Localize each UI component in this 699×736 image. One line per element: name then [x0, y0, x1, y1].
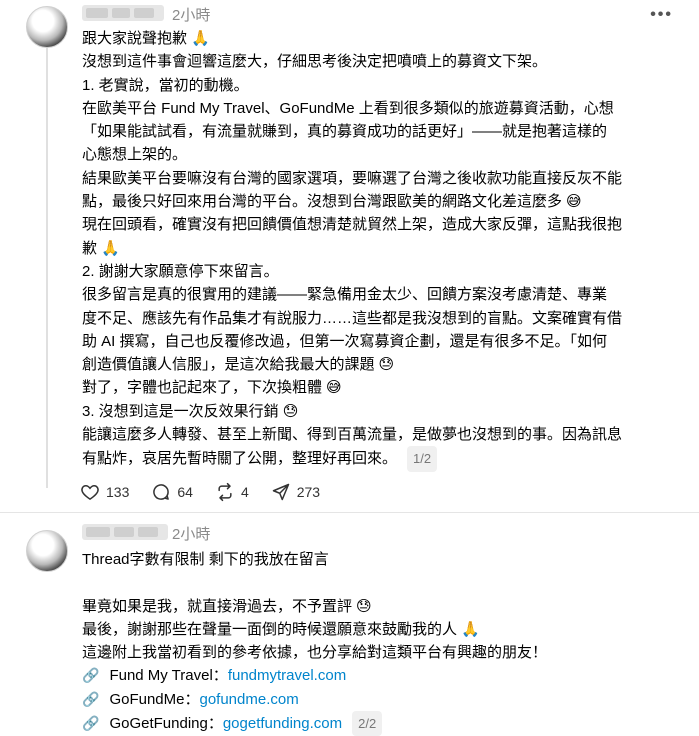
pray-emoji-icon: 🙏 — [461, 620, 480, 638]
post-line: 「如果能試試看，有流量就賺到，真的募資成功的話更好」——就是抱著這樣的 — [82, 123, 608, 141]
post-line: 結果歐美平台要嘛沒有台灣的國家選項，要嘛選了台灣之後收款功能直接反灰不能 — [82, 169, 623, 187]
post-line: 歉 — [82, 239, 98, 257]
pray-emoji-icon: 🙏 — [191, 30, 210, 47]
link-icon: 🔗 — [82, 690, 100, 707]
post-line: 畢竟如果是我，就直接滑過去，不予置評 — [82, 597, 353, 615]
comment-button[interactable]: 64 — [151, 482, 193, 502]
avatar[interactable] — [26, 6, 68, 48]
post-line: 這邊附上我當初看到的參考依據，也分享給對這類平台有興趣的朋友！ — [82, 644, 548, 662]
post-line: 很多留言是真的很實用的建議——緊急備用金太少、回饋方案沒考慮清楚、專業 — [82, 286, 608, 304]
redaction-block — [114, 527, 134, 537]
post-body: Thread字數有限制 剩下的我放在留言 畢竟如果是我，就直接滑過去，不予置評 😓… — [82, 548, 547, 736]
repost-icon — [218, 482, 232, 502]
more-horizontal-icon[interactable]: ••• — [650, 6, 673, 24]
post-line: 度不足、應該先有作品集才有說服力……這些都是我沒想到的盲點。文案確實有借 — [82, 309, 623, 327]
share-icon — [272, 483, 289, 501]
avatar[interactable] — [26, 530, 68, 572]
post-line: 對了，字體也記起來了，下次換粗體 — [82, 379, 323, 397]
post-line: 能讓這麼多人轉發、甚至上新聞、得到百萬流量，是做夢也沒想到的事。因為訊息 — [82, 426, 623, 444]
post-timestamp: 2小時 — [172, 7, 211, 24]
pray-emoji-icon: 🙏 — [101, 239, 120, 257]
link-url[interactable]: gofundme.com — [199, 688, 298, 711]
link-label: Fund My Travel： — [109, 667, 228, 685]
post-line: 最後，謝謝那些在聲量一面倒的時候還願意來鼓勵我的人 — [82, 620, 458, 638]
like-button[interactable]: 133 — [80, 482, 129, 502]
post-line: 點，最後只好回來用台灣的平台。沒想到台灣跟歐美的網路文化差這麼多 — [82, 193, 563, 211]
comment-icon — [153, 484, 170, 500]
thread-connector-line — [46, 48, 48, 488]
redaction-block — [138, 527, 158, 537]
share-count: 273 — [296, 484, 321, 500]
redaction-block — [134, 8, 154, 18]
post-line: 3. 沒想到這是一次反效果行銷 — [82, 402, 279, 420]
post-line: 1. 老實說，當初的動機。 — [82, 76, 249, 94]
repost-button[interactable]: 4 — [215, 482, 249, 502]
redaction-block — [86, 527, 110, 537]
post-line: 創造價值讓人信服」，是這次給我最大的課題 — [82, 356, 375, 374]
comment-count: 64 — [177, 484, 193, 500]
downcast-sweat-emoji-icon: 😓 — [282, 402, 299, 420]
like-count: 133 — [106, 484, 130, 500]
post-line: 在歐美平台 Fund My Travel、GoFundMe 上看到很多類似的旅遊… — [82, 99, 614, 117]
sweat-smile-emoji-icon: 😅 — [326, 379, 342, 397]
post-line: 跟大家說聲抱歉 — [82, 30, 188, 47]
username-redacted[interactable] — [82, 5, 164, 21]
post-line: 心態想上架的。 — [82, 146, 188, 164]
post-line: 2. 謝謝大家願意停下來留言。 — [82, 262, 279, 280]
link-item: 🔗 Fund My Travel： fundmytravel.com — [82, 664, 547, 687]
link-icon: 🔗 — [82, 667, 100, 684]
downcast-sweat-emoji-icon: 😓 — [378, 356, 395, 374]
thread-post-1: 2小時 ••• 跟大家說聲抱歉 🙏 沒想到這件事會迴響這麼大，仔細思考後決定把噴噴… — [0, 0, 699, 513]
sweat-smile-emoji-icon: 😅 — [566, 193, 582, 211]
redaction-block — [86, 8, 108, 18]
thread-post-2: 2小時 Thread字數有限制 剩下的我放在留言 畢竟如果是我，就直接滑過去，不… — [0, 513, 699, 736]
post-timestamp: 2小時 — [172, 526, 211, 543]
username-redacted[interactable] — [82, 524, 168, 540]
post-line: Thread字數有限制 剩下的我放在留言 — [82, 551, 329, 568]
link-item: 🔗 GoFundMe： gofundme.com — [82, 688, 547, 711]
heart-icon — [81, 484, 99, 500]
redaction-block — [112, 8, 130, 18]
post-line: 沒想到這件事會迴響這麼大，仔細思考後決定把噴噴上的募資文下架。 — [82, 53, 548, 71]
post-line: 助 AI 撰寫，自己也反覆修改過，但第一次寫募資企劃，還是有很多不足。「如何 — [82, 332, 608, 350]
page-indicator: 1/2 — [407, 446, 438, 472]
link-url[interactable]: fundmytravel.com — [228, 664, 346, 687]
post-line: 有點炸，哀居先暫時關了公開，整理好再回來。 — [82, 450, 398, 468]
post-line — [82, 571, 547, 594]
downcast-sweat-emoji-icon: 😓 — [356, 597, 372, 615]
share-button[interactable]: 273 — [271, 482, 320, 502]
post-line: 現在回頭看，確實沒有把回饋價值想清楚就貿然上架，造成大家反彈，這點我很抱 — [82, 216, 623, 234]
repost-count: 4 — [240, 484, 249, 500]
action-bar: 133 64 4 273 — [80, 482, 342, 502]
link-label: GoFundMe： — [109, 690, 200, 708]
post-body: 跟大家說聲抱歉 🙏 沒想到這件事會迴響這麼大，仔細思考後決定把噴噴上的募資文下架。… — [82, 27, 623, 472]
